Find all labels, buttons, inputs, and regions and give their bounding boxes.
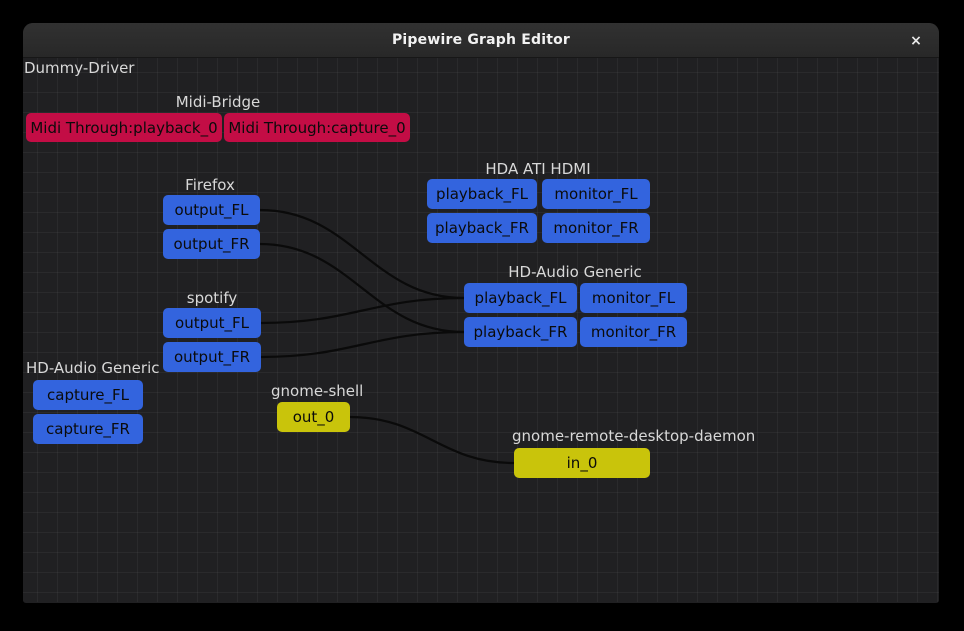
- port-hda-ati-hdmi-playback-fl[interactable]: playback_FL: [427, 179, 537, 209]
- port-gnome-remote-desktop-daemon-in-0[interactable]: in_0: [514, 448, 650, 478]
- port-hd-audio-generic-capture-capture-fr[interactable]: capture_FR: [33, 414, 143, 444]
- close-button[interactable]: ×: [903, 28, 929, 54]
- port-hd-audio-generic-playback-playback-fl[interactable]: playback_FL: [464, 283, 577, 313]
- desktop-background: Pipewire Graph Editor × Dummy-Driver Midi…: [0, 0, 964, 631]
- port-midi-bridge-midi-through-playback-0[interactable]: Midi Through:playback_0: [26, 113, 222, 142]
- port-hd-audio-generic-playback-playback-fr[interactable]: playback_FR: [464, 317, 577, 347]
- graph-canvas[interactable]: Dummy-Driver Midi-Bridge Midi Through:play…: [23, 58, 939, 602]
- port-hd-audio-generic-capture-capture-fl[interactable]: capture_FL: [33, 380, 143, 410]
- port-spotify-output-fr[interactable]: output_FR: [163, 342, 261, 372]
- node-title-firefox[interactable]: Firefox: [185, 177, 235, 193]
- node-title-spotify[interactable]: spotify: [187, 290, 237, 306]
- port-firefox-output-fr[interactable]: output_FR: [163, 229, 260, 259]
- wire-spotify-output_FL-to-hd-audio-generic-playback-playback_FL[interactable]: [261, 298, 464, 323]
- node-title-dummy-driver[interactable]: Dummy-Driver: [24, 60, 134, 76]
- port-hda-ati-hdmi-playback-fr[interactable]: playback_FR: [427, 213, 537, 243]
- node-title-hda-ati-hdmi[interactable]: HDA ATI HDMI: [485, 161, 590, 177]
- wire-firefox-output_FR-to-hd-audio-generic-playback-playback_FR[interactable]: [260, 244, 464, 332]
- window-title: Pipewire Graph Editor: [392, 32, 570, 48]
- port-midi-bridge-midi-through-capture-0[interactable]: Midi Through:capture_0: [224, 113, 410, 142]
- node-title-gnome-shell[interactable]: gnome-shell: [271, 383, 363, 399]
- node-title-hd-audio-generic-playback[interactable]: HD-Audio Generic: [508, 264, 641, 280]
- node-title-gnome-remote-desktop-daemon[interactable]: gnome-remote-desktop-daemon: [512, 428, 755, 444]
- port-firefox-output-fl[interactable]: output_FL: [163, 195, 260, 225]
- app-window: Pipewire Graph Editor × Dummy-Driver Midi…: [23, 23, 939, 603]
- wire-spotify-output_FR-to-hd-audio-generic-playback-playback_FR[interactable]: [261, 332, 464, 357]
- node-title-hd-audio-generic-capture[interactable]: HD-Audio Generic: [26, 360, 159, 376]
- port-spotify-output-fl[interactable]: output_FL: [163, 308, 261, 338]
- port-hda-ati-hdmi-monitor-fl[interactable]: monitor_FL: [542, 179, 650, 209]
- titlebar[interactable]: Pipewire Graph Editor ×: [23, 23, 939, 58]
- node-title-midi-bridge[interactable]: Midi-Bridge: [176, 94, 261, 110]
- port-hda-ati-hdmi-monitor-fr[interactable]: monitor_FR: [542, 213, 650, 243]
- port-gnome-shell-out-0[interactable]: out_0: [277, 402, 350, 432]
- port-hd-audio-generic-playback-monitor-fl[interactable]: monitor_FL: [580, 283, 687, 313]
- port-hd-audio-generic-playback-monitor-fr[interactable]: monitor_FR: [580, 317, 687, 347]
- wire-gnome-shell-out_0-to-gnome-remote-desktop-daemon-in_0[interactable]: [350, 417, 514, 463]
